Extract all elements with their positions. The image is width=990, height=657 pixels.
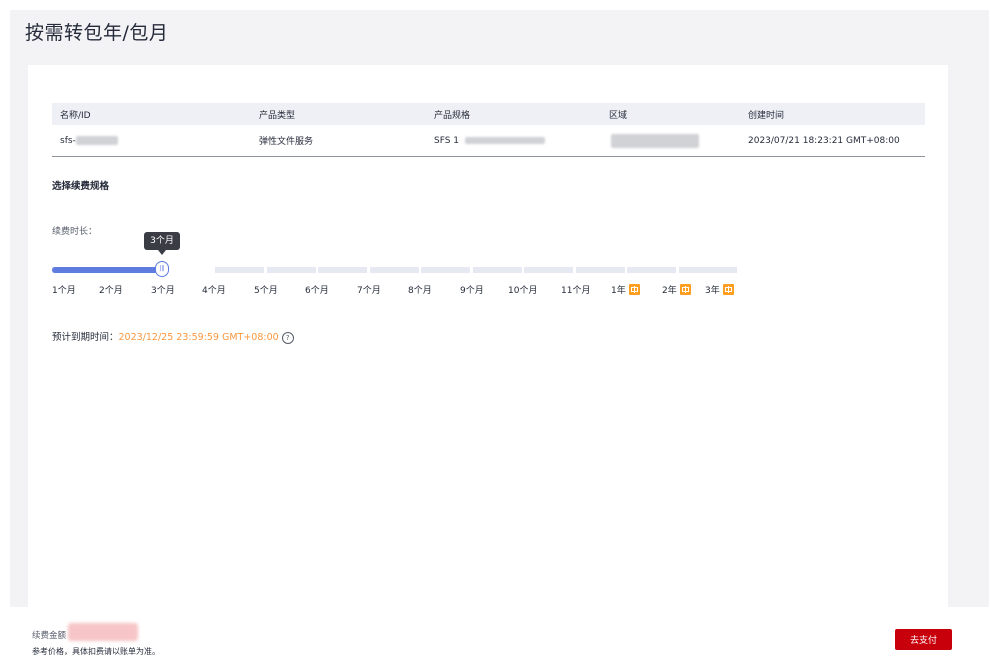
slider-segment[interactable] <box>473 267 522 273</box>
expiry-info: 预计到期时间：2023/12/25 23:59:59 GMT+08:00? <box>52 329 294 344</box>
option-3-year[interactable]: 3年 <box>705 283 734 296</box>
slider-handle[interactable]: ||| <box>155 261 169 277</box>
option-3-year-label: 3年 <box>705 286 720 296</box>
page-title: 按需转包年/包月 <box>25 22 169 44</box>
slider-segment[interactable] <box>267 267 316 273</box>
redacted-spec <box>465 136 546 144</box>
duration-label: 续费时长： <box>52 227 98 237</box>
gift-icon <box>722 284 734 295</box>
slider-segment[interactable] <box>370 267 419 273</box>
gift-icon <box>628 284 640 295</box>
column-header-created: 创建时间 <box>740 103 925 125</box>
tooltip-arrow <box>158 250 166 255</box>
slider-tooltip: 3个月 <box>144 232 180 250</box>
expiry-value: 2023/12/25 23:59:59 GMT+08:00 <box>118 332 279 343</box>
slider-segment[interactable] <box>679 267 737 273</box>
option-11-month[interactable]: 11个月 <box>561 283 590 296</box>
resource-table: 名称/ID 产品类型 产品规格 区域 创建时间 sfs- 弹性文件服务 SFS … <box>52 103 925 157</box>
cell-name: sfs- <box>52 125 251 157</box>
option-1-month[interactable]: 1个月 <box>52 283 76 296</box>
table-row: sfs- 弹性文件服务 SFS 1 2023/07/21 18:23:21 GM… <box>52 125 925 157</box>
slider-fill <box>52 267 162 273</box>
redacted-id <box>75 135 118 145</box>
slider-segment[interactable] <box>318 267 367 273</box>
option-10-month[interactable]: 10个月 <box>508 283 537 296</box>
slider-segment[interactable] <box>215 267 264 273</box>
price-note: 参考价格，具体扣费请以账单为准。 <box>32 647 160 656</box>
help-circle-icon[interactable]: ? <box>281 332 294 344</box>
pay-button[interactable]: 去支付 <box>895 629 952 650</box>
cell-type: 弹性文件服务 <box>251 125 426 157</box>
table-header-row: 名称/ID 产品类型 产品规格 区域 创建时间 <box>52 103 925 125</box>
resource-spec: SFS 1 <box>434 135 460 146</box>
slider-segment[interactable] <box>627 267 676 273</box>
option-1-year-label: 1年 <box>611 286 626 296</box>
option-2-month[interactable]: 2个月 <box>99 283 123 296</box>
slider-segment[interactable] <box>576 267 625 273</box>
redacted-region <box>611 133 699 148</box>
option-6-month[interactable]: 6个月 <box>305 283 329 296</box>
option-7-month[interactable]: 7个月 <box>357 283 381 296</box>
expiry-label: 预计到期时间： <box>52 332 119 343</box>
option-1-year[interactable]: 1年 <box>611 283 640 296</box>
gift-icon <box>679 284 691 295</box>
column-header-type: 产品类型 <box>251 103 426 125</box>
duration-slider[interactable]: ||| <box>52 261 737 277</box>
option-2-year-label: 2年 <box>662 286 677 296</box>
column-header-name: 名称/ID <box>52 103 251 125</box>
slider-segment[interactable] <box>421 267 470 273</box>
cell-spec: SFS 1 <box>426 125 601 157</box>
cell-created: 2023/07/21 18:23:21 GMT+08:00 <box>740 125 925 157</box>
column-header-region: 区域 <box>601 103 740 125</box>
resource-name: sfs- <box>60 135 76 146</box>
option-5-month[interactable]: 5个月 <box>254 283 278 296</box>
option-2-year[interactable]: 2年 <box>662 283 691 296</box>
fee-label: 续费金额 <box>32 631 67 641</box>
option-9-month[interactable]: 9个月 <box>460 283 484 296</box>
content-area <box>28 353 948 607</box>
column-header-spec: 产品规格 <box>426 103 601 125</box>
section-title: 选择续费规格 <box>52 181 110 192</box>
cell-region <box>601 125 740 157</box>
option-3-month[interactable]: 3个月 <box>151 283 175 296</box>
option-8-month[interactable]: 8个月 <box>408 283 432 296</box>
redacted-fee-amount <box>68 623 138 641</box>
option-4-month[interactable]: 4个月 <box>202 283 226 296</box>
slider-segment[interactable] <box>524 267 573 273</box>
